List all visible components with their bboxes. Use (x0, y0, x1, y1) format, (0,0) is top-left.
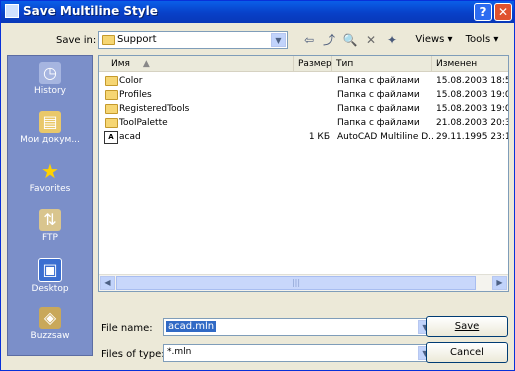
app-icon (5, 4, 19, 18)
file-name: ToolPalette (119, 118, 168, 128)
buzzsaw-icon: ◈ (39, 307, 61, 329)
place-my-documents[interactable]: ▤ Мои докум... (8, 109, 92, 157)
my-documents-icon: ▤ (39, 111, 61, 133)
column-header-modified[interactable]: Изменен (432, 56, 508, 72)
desktop-icon: ▣ (38, 258, 62, 282)
window-title: Save Multiline Style (23, 4, 158, 18)
views-menu[interactable]: Views ▾ (411, 31, 457, 49)
file-name-value: acad.mln (166, 321, 217, 332)
views-label: Views (415, 34, 445, 45)
file-name: RegisteredTools (119, 104, 190, 114)
delete-icon[interactable]: ✕ (362, 31, 380, 49)
column-modified-label: Изменен (436, 59, 478, 69)
column-header-name[interactable]: Имя ▲ (99, 56, 294, 72)
file-size: 1 КБ (308, 132, 330, 142)
places-bar: ◷ History ▤ Мои докум... ★ Favorites ⇅ F… (7, 55, 93, 356)
file-type: Папка с файлами (337, 76, 420, 86)
file-modified: 29.11.1995 23:1... (436, 132, 508, 142)
ftp-icon: ⇅ (39, 209, 61, 231)
place-favorites[interactable]: ★ Favorites (8, 158, 92, 206)
place-label: Favorites (29, 184, 71, 194)
file-list[interactable]: Имя ▲ Размер Тип Изменен Color Папка с ф… (98, 55, 509, 292)
file-name-label: File name: (101, 323, 153, 334)
folder-icon (105, 76, 118, 86)
place-label: Мои докум... (20, 135, 80, 145)
list-item[interactable]: Color Папка с файлами 15.08.2003 18:58 (99, 74, 508, 88)
back-icon[interactable]: ⇦ (300, 31, 318, 49)
save-button[interactable]: Save (426, 316, 508, 337)
place-label: Buzzsaw (30, 331, 70, 341)
file-name: Profiles (119, 90, 152, 100)
up-folder-icon[interactable]: ⤴ (320, 31, 338, 49)
scroll-right-icon[interactable]: ▶ (492, 276, 507, 290)
horizontal-scrollbar[interactable]: ◀ ||| ▶ (99, 274, 508, 291)
file-name: acad (119, 132, 141, 142)
save-button-label: Save (454, 321, 480, 332)
file-type-dropdown[interactable]: *.mln ▼ (163, 344, 435, 362)
help-button[interactable]: ? (474, 3, 492, 21)
place-label: FTP (42, 233, 58, 243)
file-name-field[interactable]: acad.mln ▼ (163, 318, 435, 336)
scroll-left-icon[interactable]: ◀ (100, 276, 115, 290)
file-modified: 15.08.2003 19:00 (436, 104, 508, 114)
file-modified: 21.08.2003 20:39 (436, 118, 508, 128)
search-web-icon[interactable]: 🔍 (341, 31, 359, 49)
save-in-dropdown[interactable]: Support ▼ (98, 31, 288, 49)
place-ftp[interactable]: ⇅ FTP (8, 207, 92, 255)
column-type-label: Тип (336, 59, 354, 69)
place-label: History (33, 86, 67, 96)
file-type: Папка с файлами (337, 90, 420, 100)
column-size-label: Размер (298, 59, 332, 69)
file-name: Color (119, 76, 143, 86)
column-header-size[interactable]: Размер (294, 56, 332, 72)
column-name-label: Имя (111, 59, 130, 69)
place-history[interactable]: ◷ History (8, 60, 92, 108)
mln-file-icon: A (104, 131, 118, 144)
tools-label: Tools (465, 34, 491, 45)
place-desktop[interactable]: ▣ Desktop (8, 256, 92, 304)
new-folder-icon[interactable]: ✦ (383, 31, 401, 49)
file-modified: 15.08.2003 18:58 (436, 76, 508, 86)
file-modified: 15.08.2003 19:02 (436, 90, 508, 100)
file-type: AutoCAD Multiline D... (337, 132, 433, 142)
history-icon: ◷ (39, 62, 61, 84)
title-bar[interactable]: Save Multiline Style ? ✕ (1, 1, 514, 23)
column-header-type[interactable]: Тип (332, 56, 432, 72)
folder-icon (102, 35, 115, 45)
place-buzzsaw[interactable]: ◈ Buzzsaw (8, 305, 92, 353)
favorites-icon: ★ (41, 159, 59, 183)
file-type-label: Files of type: (101, 349, 165, 360)
folder-icon (105, 90, 118, 100)
list-item[interactable]: A acad 1 КБ AutoCAD Multiline D... 29.11… (99, 130, 508, 144)
list-item[interactable]: RegisteredTools Папка с файлами 15.08.20… (99, 102, 508, 116)
sort-up-icon: ▲ (142, 59, 150, 69)
close-button[interactable]: ✕ (494, 3, 512, 21)
save-in-value: Support (117, 34, 157, 45)
tools-menu[interactable]: Tools ▾ (459, 31, 505, 49)
save-dialog: Save Multiline Style ? ✕ Save in: Suppor… (0, 0, 515, 371)
list-item[interactable]: Profiles Папка с файлами 15.08.2003 19:0… (99, 88, 508, 102)
list-item[interactable]: ToolPalette Папка с файлами 21.08.2003 2… (99, 116, 508, 130)
file-type-value: *.mln (167, 347, 192, 357)
file-type: Папка с файлами (337, 118, 420, 128)
file-type: Папка с файлами (337, 104, 420, 114)
chevron-down-icon[interactable]: ▼ (271, 33, 286, 47)
save-in-label: Save in: (56, 35, 97, 46)
scroll-thumb[interactable]: ||| (116, 276, 476, 290)
folder-icon (105, 118, 118, 128)
place-label: Desktop (31, 284, 69, 294)
folder-icon (105, 104, 118, 114)
cancel-button[interactable]: Cancel (426, 342, 508, 363)
